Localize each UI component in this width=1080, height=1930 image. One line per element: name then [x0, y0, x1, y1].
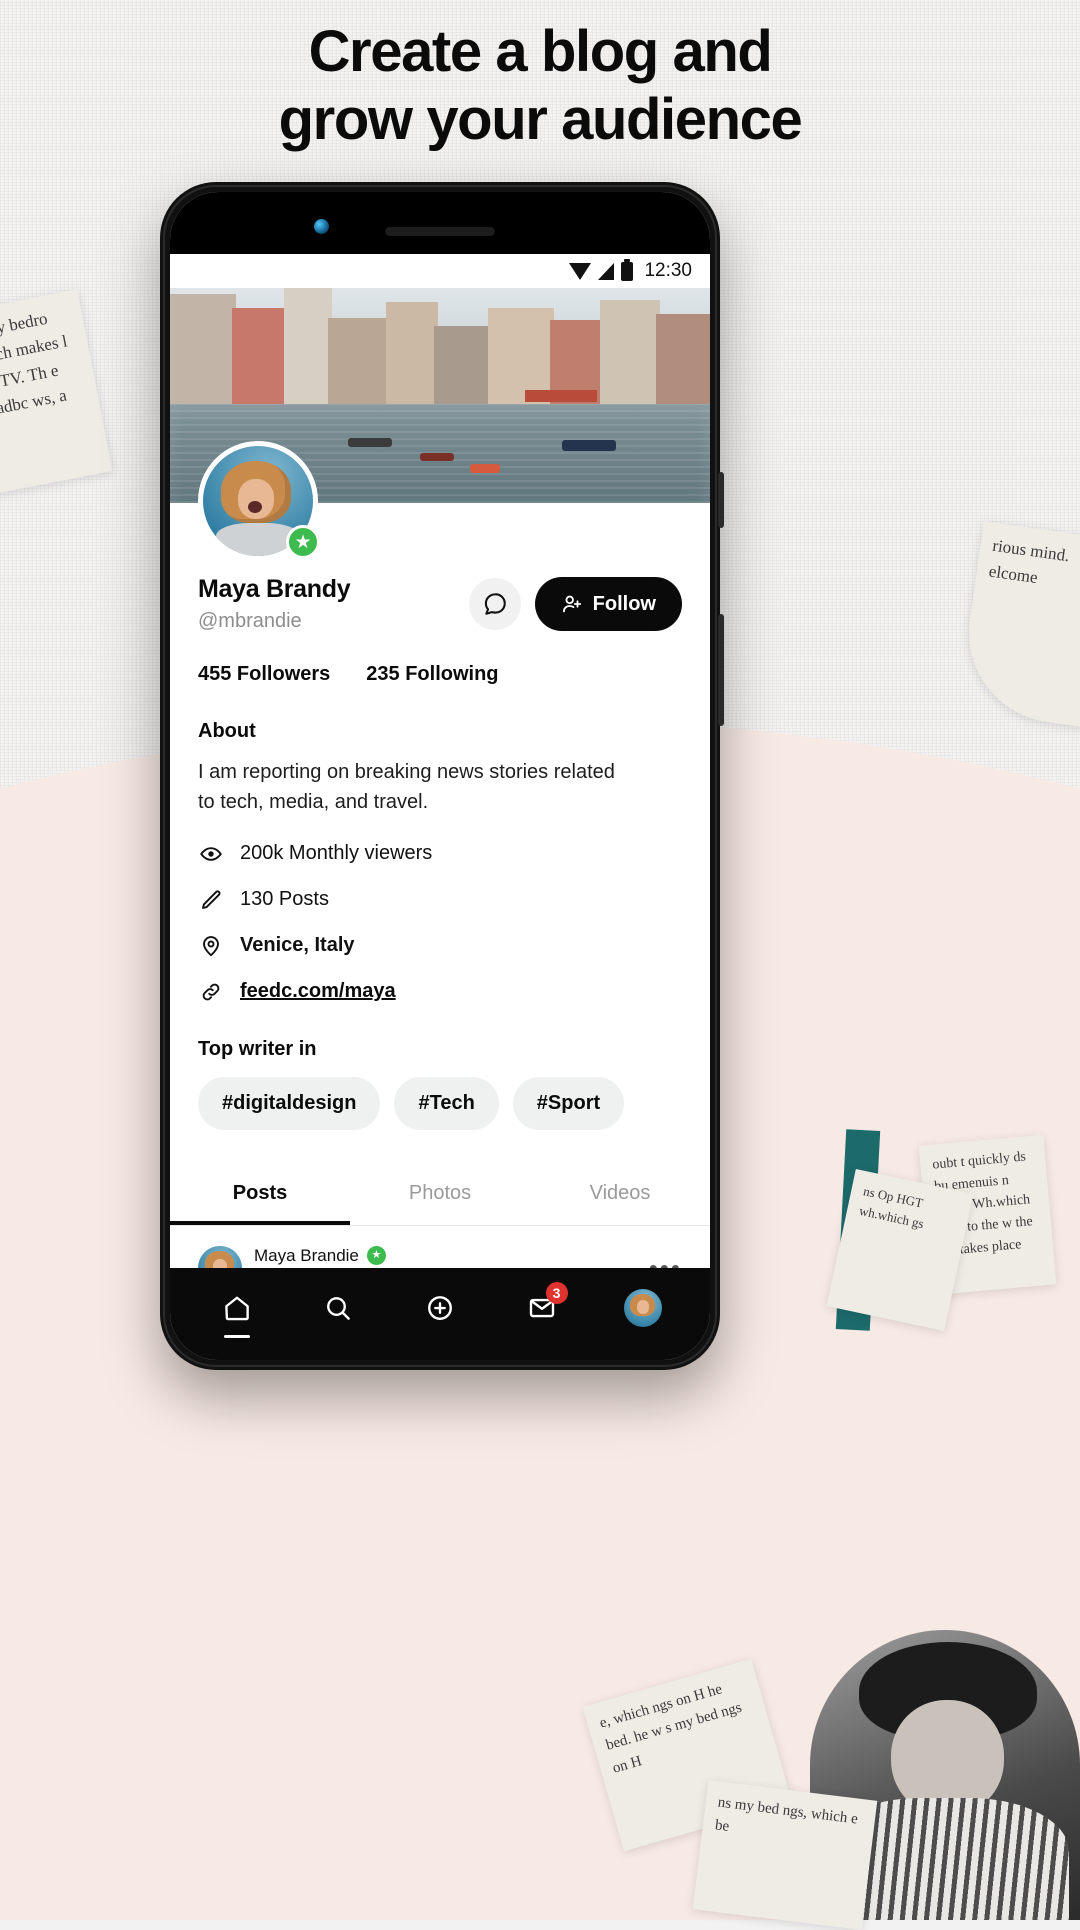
home-icon — [224, 1296, 249, 1321]
earpiece-speaker — [385, 227, 495, 236]
status-bar: 12:30 — [170, 254, 710, 288]
top-writer-tags: #digitaldesign #Tech #Sport — [198, 1076, 682, 1130]
follow-button[interactable]: Follow — [534, 577, 682, 631]
messages-badge: 3 — [545, 1282, 568, 1304]
profile-section: ★ Maya Brandy @mbrandie Follow 455 Follo… — [170, 441, 710, 1130]
app-content: ★ Maya Brandy @mbrandie Follow 455 Follo… — [170, 288, 710, 1268]
link-icon — [198, 980, 224, 1004]
meta-row-link[interactable]: feedc.com/maya — [198, 980, 682, 1004]
nav-item-create[interactable] — [410, 1280, 470, 1336]
meta-row-viewers: 200k Monthly viewers — [198, 842, 682, 866]
following-stat[interactable]: 235 Following — [366, 663, 498, 686]
meta-location-text: Venice, Italy — [240, 934, 355, 957]
meta-website-link[interactable]: feedc.com/maya — [240, 980, 396, 1003]
signal-icon — [598, 262, 615, 280]
profile-handle: @mbrandie — [198, 610, 302, 632]
nav-item-home[interactable] — [207, 1280, 267, 1336]
tab-photos[interactable]: Photos — [350, 1160, 530, 1225]
about-bio-text: I am reporting on breaking news stories … — [198, 761, 615, 814]
follow-button-label: Follow — [592, 592, 656, 615]
message-button[interactable] — [468, 578, 521, 630]
headline-line-1: Create a blog and — [308, 19, 773, 84]
location-icon — [198, 934, 224, 958]
verified-badge-icon: ★ — [286, 525, 320, 559]
message-bubble-icon — [484, 593, 506, 615]
post-header: Maya Brandie ★ Venice · 25min ago ••• — [198, 1245, 682, 1268]
profile-meta-list: 200k Monthly viewers 130 Posts Venice, I… — [198, 842, 682, 1004]
tag-digitaldesign[interactable]: #digitaldesign — [198, 1076, 381, 1130]
post-author-name: Maya Brandie — [254, 1245, 359, 1265]
front-camera-icon — [314, 219, 329, 234]
phone-notch — [170, 192, 710, 254]
nav-item-profile[interactable] — [613, 1280, 673, 1336]
profile-tabs: Posts Photos Videos — [170, 1160, 710, 1226]
nav-item-messages[interactable]: 3 — [512, 1280, 572, 1336]
tag-tech[interactable]: #Tech — [394, 1076, 499, 1130]
search-icon — [327, 1297, 351, 1320]
avatar[interactable]: ★ — [198, 441, 320, 561]
status-bar-time: 12:30 — [644, 260, 692, 281]
plus-circle-icon — [428, 1296, 452, 1320]
phone-volume-button — [718, 614, 724, 726]
collage-scrap-bottom-2: ns my bed ngs, which e be — [692, 1780, 878, 1930]
post-card[interactable]: Maya Brandie ★ Venice · 25min ago ••• To… — [170, 1226, 710, 1268]
post-more-button[interactable]: ••• — [649, 1255, 682, 1268]
meta-row-location: Venice, Italy — [198, 934, 682, 958]
meta-row-posts: 130 Posts — [198, 888, 682, 912]
tab-posts[interactable]: Posts — [170, 1160, 350, 1225]
profile-stats: 455 Followers 235 Following — [198, 663, 682, 686]
tab-videos[interactable]: Videos — [530, 1160, 710, 1225]
post-author-avatar[interactable] — [198, 1245, 242, 1268]
followers-stat[interactable]: 455 Followers — [198, 663, 330, 686]
post-verified-icon: ★ — [366, 1246, 386, 1266]
meta-posts-text: 130 Posts — [240, 888, 329, 911]
phone-power-button — [718, 472, 724, 528]
person-add-icon — [562, 595, 581, 613]
wifi-icon — [569, 262, 592, 280]
phone-screen: 12:30 ★ Maya Brandy @mbrandie Follow 455… — [170, 192, 710, 1360]
pencil-icon — [198, 888, 224, 912]
headline-line-2: grow your audience — [278, 87, 803, 153]
battery-icon — [621, 258, 634, 281]
avatar-icon — [624, 1289, 663, 1327]
profile-name: Maya Brandy — [198, 575, 351, 603]
tag-sport[interactable]: #Sport — [512, 1076, 625, 1130]
phone-mockup: 12:30 ★ Maya Brandy @mbrandie Follow 455… — [160, 182, 724, 1370]
eye-icon — [198, 842, 224, 866]
marketing-headline: Create a blog and grow your audience — [0, 18, 1080, 155]
meta-viewers-text: 200k Monthly viewers — [240, 842, 433, 865]
about-heading: About — [198, 720, 256, 742]
bottom-navigation: 3 — [170, 1268, 710, 1360]
nav-item-search[interactable] — [308, 1280, 368, 1336]
top-writer-heading: Top writer in — [198, 1037, 317, 1060]
